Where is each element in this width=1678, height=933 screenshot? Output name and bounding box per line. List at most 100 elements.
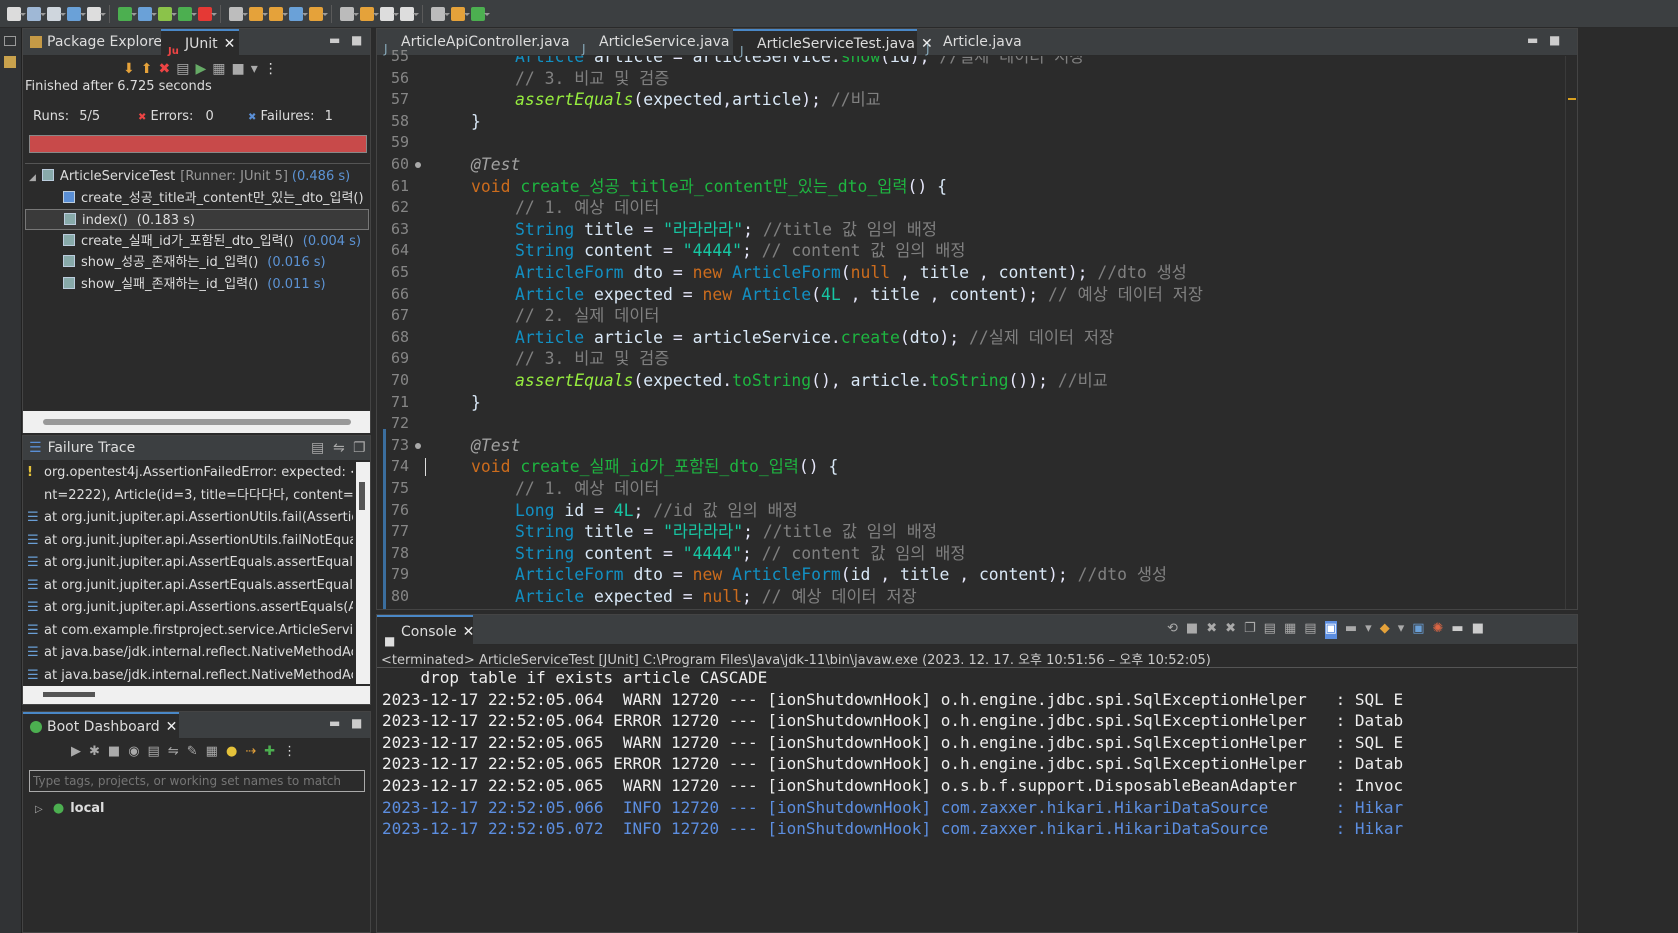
rerun-failed-icon[interactable]: ▦ bbox=[212, 61, 225, 77]
code-line[interactable]: assertEquals(expected,article); //비교 bbox=[515, 89, 881, 111]
trace-vertical-scrollbar[interactable] bbox=[356, 462, 370, 684]
display-console-icon[interactable]: ▬ bbox=[1345, 621, 1357, 639]
minimize-icon[interactable]: ▬ bbox=[1527, 33, 1538, 47]
code-line[interactable]: @Test bbox=[471, 154, 520, 176]
minimize-icon[interactable]: ▬ bbox=[329, 33, 340, 47]
restore-icon[interactable] bbox=[4, 36, 16, 46]
debug-icon[interactable]: ✱ bbox=[89, 744, 100, 762]
code-editor[interactable]: J ArticleApiController.java J ArticleServi… bbox=[376, 28, 1578, 610]
local-target[interactable]: ▷ ● local bbox=[35, 798, 105, 820]
forward-icon[interactable] bbox=[400, 6, 419, 21]
code-line[interactable]: // 2. 실제 데이터 bbox=[515, 305, 659, 327]
back-icon[interactable] bbox=[380, 6, 399, 21]
scroll-lock-icon[interactable]: ▤ bbox=[1264, 621, 1276, 639]
code-line[interactable]: Article expected = null; // 예상 데이터 저장 bbox=[515, 586, 917, 608]
close-icon[interactable]: ✕ bbox=[166, 719, 178, 735]
scrollbar-thumb[interactable] bbox=[43, 419, 351, 425]
trace-stack-frame[interactable]: ☰ at org.junit.jupiter.api.Assertions.ass… bbox=[27, 597, 353, 620]
view-menu-icon[interactable]: ⋮ bbox=[264, 61, 278, 77]
tab-console[interactable]: ■ Console ✕ bbox=[377, 615, 474, 648]
trace-exception-line[interactable]: nt=2222), Article(id=3, title=다다다다, cont… bbox=[27, 485, 353, 508]
expand-icon[interactable]: ▷ bbox=[35, 804, 43, 815]
stop-icon[interactable]: ■ bbox=[231, 61, 244, 77]
new-icon[interactable] bbox=[7, 6, 26, 21]
config-icon[interactable]: ▦ bbox=[206, 744, 218, 762]
previous-failure-icon[interactable]: ⬆ bbox=[141, 61, 153, 77]
show-console-icon[interactable]: ▣ bbox=[1324, 621, 1337, 639]
spring-boot-icon[interactable] bbox=[118, 6, 137, 21]
next-annotation-icon[interactable] bbox=[360, 6, 379, 21]
collapse-icon[interactable]: ◢ bbox=[29, 173, 36, 183]
new-java-project-icon[interactable] bbox=[249, 6, 268, 21]
code-line[interactable]: } bbox=[471, 392, 481, 414]
code-line[interactable]: } bbox=[471, 111, 481, 133]
trace-horizontal-scrollbar[interactable] bbox=[23, 686, 370, 704]
tab-article-service[interactable]: J ArticleService.java bbox=[575, 29, 731, 56]
open-browser-icon[interactable]: ◉ bbox=[128, 744, 139, 762]
test-case-item[interactable]: show_실패_존재하는_id_입력() (0.011 s) bbox=[63, 274, 326, 295]
new-package-icon[interactable] bbox=[269, 6, 288, 21]
test-case-item[interactable]: show_성공_존재하는_id_입력() (0.016 s) bbox=[63, 252, 326, 273]
search-icon[interactable] bbox=[340, 6, 359, 21]
coverage-icon[interactable] bbox=[198, 6, 217, 21]
new-class-icon[interactable] bbox=[289, 6, 308, 21]
code-line[interactable]: @Test bbox=[471, 435, 520, 457]
code-line[interactable]: ArticleForm dto = new ArticleForm(null ,… bbox=[515, 262, 1187, 284]
skip-breakpoints-icon[interactable] bbox=[87, 6, 106, 21]
trace-stack-frame[interactable]: ☰ at java.base/jdk.internal.reflect.Nativ… bbox=[27, 642, 353, 665]
code-line[interactable]: // 3. 비교 및 검증 bbox=[515, 348, 669, 370]
tab-boot-dashboard[interactable]: Boot Dashboard ✕ bbox=[23, 712, 179, 739]
open-console-icon[interactable]: ▾ bbox=[1365, 621, 1372, 639]
search-tool-icon[interactable] bbox=[431, 6, 450, 21]
code-line[interactable]: assertEquals(expected.toString(), articl… bbox=[515, 370, 1108, 392]
package-explorer-minimized-icon[interactable] bbox=[4, 56, 16, 68]
perspective-java-icon[interactable] bbox=[451, 6, 470, 21]
trace-stack-frame[interactable]: ☰ at org.junit.jupiter.api.AssertEquals.a… bbox=[27, 552, 353, 575]
code-area[interactable]: Article article = articleService.show(id… bbox=[377, 56, 1563, 609]
stop-icon[interactable]: ■ bbox=[1186, 621, 1198, 639]
copy-trace-icon[interactable]: ❐ bbox=[353, 436, 366, 460]
minimize-icon[interactable]: ▬ bbox=[329, 716, 340, 730]
code-line[interactable]: String content = "4444"; // content 값 임의… bbox=[515, 543, 965, 565]
debug-perspective-icon[interactable]: ✺ bbox=[1433, 621, 1444, 639]
test-case-item[interactable]: create_실패_id가_포함된_dto_입력() (0.004 s) bbox=[63, 231, 361, 252]
remove-all-icon[interactable]: ✖ bbox=[1225, 621, 1236, 639]
tab-article[interactable]: J Article.java bbox=[919, 29, 1029, 56]
maximize-icon[interactable]: ■ bbox=[1549, 33, 1560, 47]
maximize-icon[interactable]: ■ bbox=[1472, 621, 1484, 639]
maximize-icon[interactable]: ■ bbox=[351, 33, 362, 47]
terminal-icon[interactable] bbox=[67, 6, 86, 21]
view-menu-icon[interactable]: ⋮ bbox=[283, 744, 296, 762]
scrollbar-thumb[interactable] bbox=[359, 482, 365, 510]
arrow-icon[interactable]: ⇢ bbox=[245, 744, 256, 762]
warning-marker[interactable] bbox=[1568, 98, 1576, 100]
scroll-lock-icon[interactable]: ▤ bbox=[176, 61, 189, 77]
trace-exception-line[interactable]: ! org.opentest4j.AssertionFailedError: ex… bbox=[27, 462, 353, 485]
add-icon[interactable]: ✚ bbox=[264, 744, 275, 762]
trace-stack-frame[interactable]: ☰ at org.junit.jupiter.api.AssertionUtils… bbox=[27, 530, 353, 553]
trace-stack-frame[interactable]: ☰ at org.junit.jupiter.api.AssertEquals.a… bbox=[27, 575, 353, 598]
remove-launch-icon[interactable]: ✖ bbox=[1206, 621, 1217, 639]
tab-junit[interactable]: Ju JUnit ✕ bbox=[161, 29, 239, 57]
close-icon[interactable]: ✕ bbox=[224, 36, 236, 52]
tab-package-explorer[interactable]: Package Explorer bbox=[23, 29, 168, 56]
new-console-icon[interactable]: ◆ bbox=[1380, 621, 1390, 639]
filter-input[interactable] bbox=[29, 770, 365, 792]
open-type-icon[interactable] bbox=[309, 6, 328, 21]
code-line[interactable]: Long id = 4L; //id 값 임의 배정 bbox=[515, 500, 798, 522]
console-menu-icon[interactable]: ▾ bbox=[1398, 621, 1405, 639]
code-line[interactable]: String title = "라라라라"; //title 값 임의 배정 bbox=[515, 219, 937, 241]
run-icon[interactable] bbox=[178, 6, 197, 21]
horizontal-scrollbar[interactable] bbox=[23, 411, 370, 433]
link-icon[interactable]: ⇋ bbox=[168, 744, 179, 762]
rerun-icon[interactable]: ▶ bbox=[195, 61, 206, 77]
code-line[interactable]: void create_성공_title과_content만_있는_dto_입력… bbox=[471, 176, 947, 198]
save-icon[interactable] bbox=[27, 6, 46, 21]
console-icon[interactable]: ▤ bbox=[148, 744, 160, 762]
test-case-item[interactable]: create_성공_title과_content만_있는_dto_입력() bbox=[63, 188, 373, 209]
code-line[interactable]: ArticleForm dto = new ArticleForm(id , t… bbox=[515, 564, 1167, 586]
trace-stack-frame[interactable]: ☰ at org.junit.jupiter.api.AssertionUtils… bbox=[27, 507, 353, 530]
code-line[interactable]: Article article = articleService.create(… bbox=[515, 327, 1114, 349]
edit-icon[interactable]: ✎ bbox=[187, 744, 198, 762]
test-suite-item[interactable]: ◢ ArticleServiceTest [Runner: JUnit 5] (0.4… bbox=[29, 166, 350, 187]
